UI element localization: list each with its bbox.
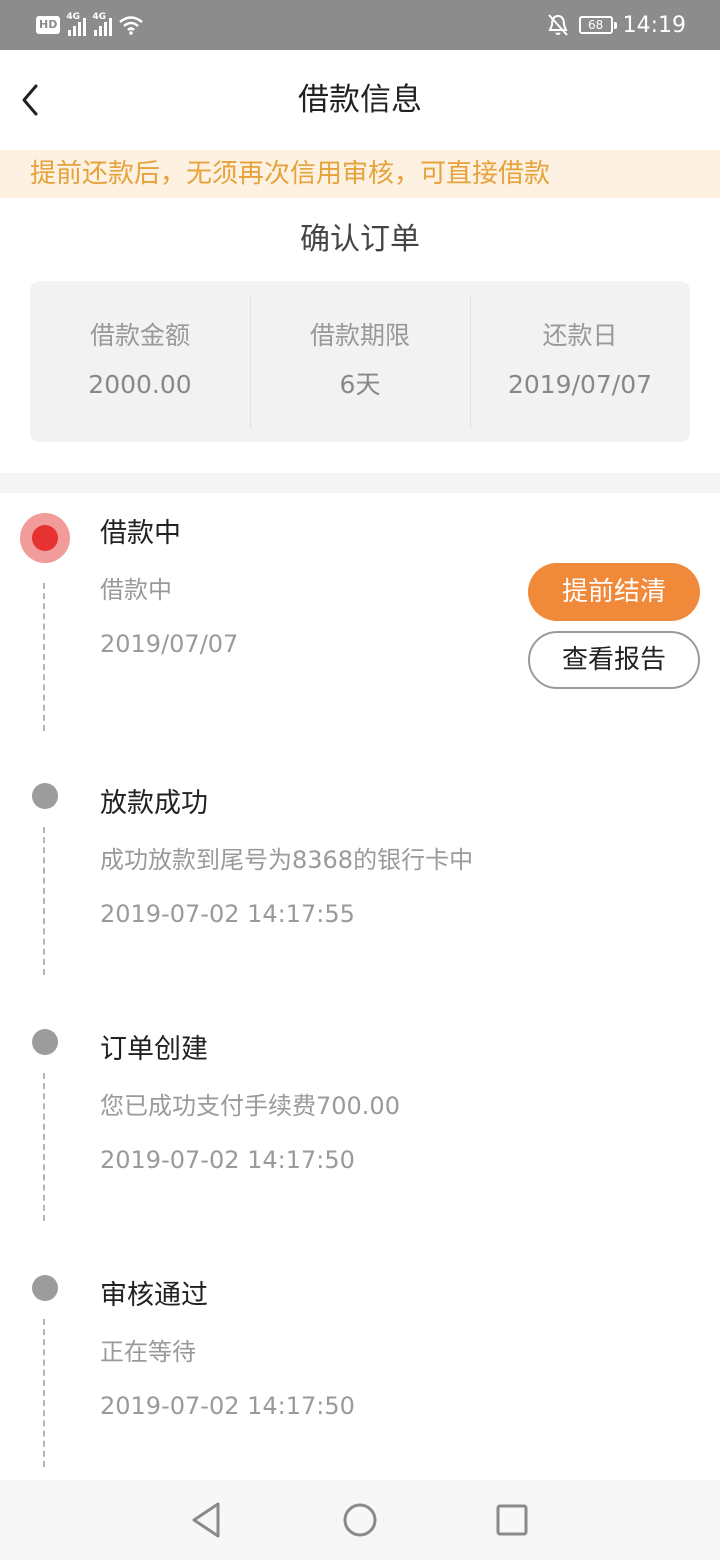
summary-label: 借款期限 <box>309 320 410 350</box>
summary-term: 借款期限 6天 <box>250 294 470 429</box>
summary-amount: 借款金额 2000.00 <box>30 317 250 407</box>
hd-badge: HD <box>36 16 61 34</box>
view-report-button[interactable]: 查看报告 <box>528 631 700 689</box>
summary-value: 2000.00 <box>88 369 192 399</box>
timeline-time: 2019-07-02 14:17:50 <box>100 1392 355 1420</box>
signal-icon: 4G <box>66 12 87 36</box>
summary-label: 借款金额 <box>89 320 190 350</box>
timeline-title: 放款成功 <box>100 788 208 819</box>
summary-value: 2019/07/07 <box>507 369 653 399</box>
timeline-desc: 正在等待 <box>100 1338 196 1366</box>
timeline-title: 借款中 <box>100 518 181 549</box>
timeline-connector <box>43 1319 45 1467</box>
timeline-connector <box>43 583 45 731</box>
loan-timeline: 借款中 借款中 2019/07/07 提前结清 查看报告 放款成功 成功放款到尾… <box>0 493 720 1480</box>
status-dot <box>32 1029 58 1055</box>
active-status-dot <box>20 513 70 563</box>
status-left: HD 4G 4G <box>36 12 144 38</box>
timeline-desc: 成功放款到尾号为8368的银行卡中 <box>100 846 474 874</box>
timeline-connector <box>43 1073 45 1221</box>
timeline-time: 2019-07-02 14:17:50 <box>100 1146 355 1174</box>
timeline-title: 审核通过 <box>100 1280 208 1311</box>
timeline-connector <box>43 827 45 975</box>
timeline-time: 2019/07/07 <box>100 630 239 658</box>
order-summary-card: 借款金额 2000.00 借款期限 6天 还款日 2019/07/07 <box>30 281 690 442</box>
battery-icon: 68 <box>578 16 617 34</box>
section-divider <box>0 473 720 493</box>
clock: 14:19 <box>622 12 686 38</box>
status-bar: HD 4G 4G 68 14:19 <box>0 0 720 50</box>
timeline-desc: 您已成功支付手续费700.00 <box>100 1092 400 1120</box>
timeline-desc: 借款中 <box>100 576 172 604</box>
notice-banner: 提前还款后，无须再次信用审核，可直接借款 <box>0 150 720 198</box>
bell-muted-icon <box>547 14 568 36</box>
timeline-time: 2019-07-02 14:17:55 <box>100 900 355 928</box>
home-circle-icon[interactable] <box>340 1500 380 1540</box>
summary-value: 6天 <box>339 369 381 399</box>
summary-label: 还款日 <box>542 320 618 350</box>
status-dot <box>32 1275 58 1301</box>
header: 借款信息 <box>0 50 720 150</box>
timeline-title: 订单创建 <box>100 1034 208 1065</box>
summary-due-date: 还款日 2019/07/07 <box>470 294 690 429</box>
signal-icon: 4G <box>92 12 113 36</box>
status-dot <box>32 783 58 809</box>
page-title: 借款信息 <box>298 82 422 118</box>
back-triangle-icon[interactable] <box>186 1500 226 1540</box>
confirm-order-title: 确认订单 <box>300 222 420 257</box>
status-right: 68 14:19 <box>547 10 686 40</box>
settle-early-button[interactable]: 提前结清 <box>528 563 700 621</box>
system-nav-bar <box>0 1480 720 1560</box>
wifi-icon <box>119 16 144 35</box>
recents-square-icon[interactable] <box>492 1500 532 1540</box>
